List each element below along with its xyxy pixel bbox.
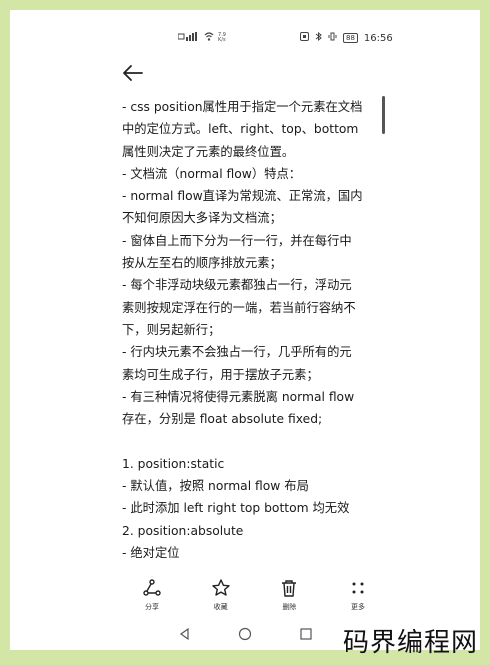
- content-line: 按从左至右的顺序排放元素；: [122, 256, 282, 271]
- bottom-toolbar: 分享 收藏 删除 更多: [130, 578, 380, 618]
- wifi-icon: [204, 32, 214, 44]
- content-line: 中的定位方式。left、right、top、bottom: [122, 122, 359, 137]
- more-button[interactable]: 更多: [336, 578, 380, 618]
- content-line: - 默认值，按照 normal flow 布局: [122, 479, 309, 494]
- note-content[interactable]: - css position属性用于指定一个元素在文档 中的定位方式。left、r…: [122, 96, 382, 564]
- status-right: 88 16:56: [300, 31, 393, 44]
- trash-icon: [282, 580, 297, 597]
- nav-home-icon[interactable]: [238, 626, 252, 645]
- content-line: 不知何原因大多译为文档流；: [122, 211, 282, 226]
- content-line: - normal flow直译为常规流、正常流，国内: [122, 189, 363, 204]
- content-line: - 窗体自上而下分为一行一行，并在每行中: [122, 233, 352, 248]
- favorite-button[interactable]: 收藏: [199, 578, 243, 618]
- nav-recents-icon[interactable]: [300, 626, 312, 645]
- more-label: 更多: [350, 603, 365, 611]
- status-left: 7.9 K/s: [177, 32, 226, 44]
- phone-screen: 7.9 K/s 88 16:56 - css position属性用于指定一个元…: [10, 10, 480, 650]
- content-line: 素则按规定浮在行的一端，若当前行容纳不: [122, 300, 356, 315]
- content-line: - 绝对定位: [122, 545, 180, 560]
- content-line: 存在，分别是 float absolute fixed;: [122, 412, 323, 427]
- share-icon: [143, 579, 161, 596]
- back-arrow-icon[interactable]: [120, 62, 146, 84]
- content-line: 下，则另起新行；: [122, 322, 221, 337]
- content-line: 1. position:static: [122, 456, 225, 471]
- delete-label: 删除: [282, 603, 297, 611]
- watermark-text: 码界编程网: [342, 628, 478, 658]
- signal-icon: [177, 32, 200, 44]
- content-line: - 文档流（normal flow）特点：: [122, 166, 302, 181]
- nav-back-icon[interactable]: [178, 626, 190, 645]
- share-label: 分享: [145, 603, 159, 611]
- content-line: - 此时添加 left right top bottom 均无效: [122, 501, 350, 516]
- content-line: - 行内块元素不会独占一行，几乎所有的元: [122, 345, 352, 360]
- more-dots-icon: [352, 582, 364, 594]
- delete-button[interactable]: 删除: [267, 578, 311, 618]
- scrollbar[interactable]: [382, 96, 385, 134]
- star-icon: [211, 579, 230, 596]
- bluetooth-icon: [315, 31, 322, 44]
- vibrate-icon: [328, 32, 337, 44]
- content-line: 素均可生成子行，用于摆放子元素；: [122, 367, 319, 382]
- nfc-icon: [300, 32, 309, 44]
- network-speed: 7.9 K/s: [218, 32, 226, 43]
- content-line: 属性则决定了元素的最终位置。: [122, 144, 295, 159]
- content-line: [122, 430, 382, 452]
- share-button[interactable]: 分享: [130, 578, 174, 618]
- content-line: - 每个非浮动块级元素都独占一行，浮动元: [122, 278, 352, 293]
- battery-indicator: 88: [343, 33, 358, 43]
- content-line: - 有三种情况将使得元素脱离 normal flow: [122, 389, 355, 404]
- status-bar: 7.9 K/s 88 16:56: [10, 10, 480, 60]
- favorite-label: 收藏: [213, 603, 228, 611]
- clock: 16:56: [363, 32, 393, 44]
- content-line: 2. position:absolute: [122, 523, 244, 538]
- content-line: - css position属性用于指定一个元素在文档: [122, 100, 363, 114]
